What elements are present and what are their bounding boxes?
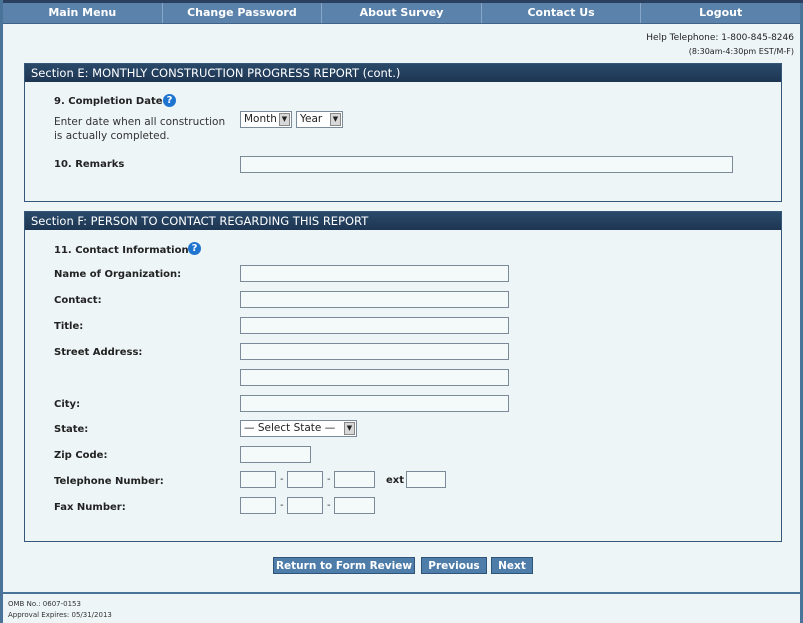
street-input-1[interactable]: [240, 343, 509, 360]
zip-input[interactable]: [240, 446, 311, 463]
nav-logout[interactable]: Logout: [641, 3, 800, 23]
desc-line: Enter date when all construction: [54, 116, 226, 128]
main-nav: Main Menu Change Password About Survey C…: [3, 3, 800, 24]
contact-label: Contact:: [54, 295, 102, 306]
telephone-label: Telephone Number:: [54, 476, 164, 487]
chevron-down-icon: ▼: [344, 422, 355, 435]
next-button[interactable]: Next: [491, 557, 533, 574]
remarks-label: 10. Remarks: [54, 159, 125, 170]
city-input[interactable]: [240, 395, 509, 412]
chevron-down-icon: ▼: [330, 113, 341, 126]
org-label: Name of Organization:: [54, 269, 182, 280]
omb-number: OMB No.: 0607-0153: [8, 600, 81, 608]
tel-area-input[interactable]: [240, 471, 276, 488]
state-value: — Select State —: [244, 422, 336, 434]
city-label: City:: [54, 399, 81, 410]
year-value: Year: [300, 113, 323, 125]
fax-label: Fax Number:: [54, 502, 126, 513]
help-info: Help Telephone: 1-800-845-8246 (8:30am-4…: [646, 32, 794, 58]
desc-line: is actually completed.: [54, 130, 170, 142]
completion-date-label: 9. Completion Date: [54, 96, 163, 107]
month-select[interactable]: Month ▼: [240, 111, 292, 128]
tel-line-input[interactable]: [334, 471, 375, 488]
nav-about-survey[interactable]: About Survey: [322, 3, 482, 23]
contact-info-label: 11. Contact Information: [54, 245, 189, 256]
fax-area-input[interactable]: [240, 497, 276, 514]
zip-label: Zip Code:: [54, 450, 108, 461]
dash: -: [327, 474, 331, 485]
tel-prefix-input[interactable]: [287, 471, 323, 488]
month-value: Month: [244, 113, 277, 125]
dash: -: [327, 500, 331, 511]
title-input[interactable]: [240, 317, 509, 334]
title-label: Title:: [54, 321, 84, 332]
tel-ext-input[interactable]: [406, 471, 446, 488]
state-label: State:: [54, 424, 89, 435]
street-input-2[interactable]: [240, 369, 509, 386]
help-icon[interactable]: ?: [163, 94, 176, 107]
help-icon[interactable]: ?: [188, 242, 201, 255]
completion-date-desc: Enter date when all construction is actua…: [54, 115, 225, 143]
section-f-title: Section F: PERSON TO CONTACT REGARDING T…: [25, 212, 781, 230]
year-select[interactable]: Year ▼: [296, 111, 343, 128]
section-e-title: Section E: MONTHLY CONSTRUCTION PROGRESS…: [25, 64, 781, 82]
ext-label: ext: [386, 475, 405, 486]
help-hours: (8:30am-4:30pm EST/M-F): [688, 47, 794, 56]
approval-expires: Approval Expires: 05/31/2013: [8, 611, 112, 619]
state-select[interactable]: — Select State — ▼: [240, 420, 357, 437]
contact-input[interactable]: [240, 291, 509, 308]
fax-prefix-input[interactable]: [287, 497, 323, 514]
dash: -: [280, 500, 284, 511]
dash: -: [280, 474, 284, 485]
previous-button[interactable]: Previous: [421, 557, 487, 574]
nav-contact-us[interactable]: Contact Us: [482, 3, 642, 23]
org-input[interactable]: [240, 265, 509, 282]
footer-divider: [3, 592, 800, 594]
street-label: Street Address:: [54, 347, 143, 358]
fax-line-input[interactable]: [334, 497, 375, 514]
chevron-down-icon: ▼: [279, 113, 290, 126]
nav-main-menu[interactable]: Main Menu: [3, 3, 163, 23]
help-phone: Help Telephone: 1-800-845-8246: [646, 33, 794, 43]
return-to-form-review-button[interactable]: Return to Form Review: [273, 557, 415, 574]
nav-change-password[interactable]: Change Password: [163, 3, 323, 23]
remarks-input[interactable]: [240, 156, 733, 173]
